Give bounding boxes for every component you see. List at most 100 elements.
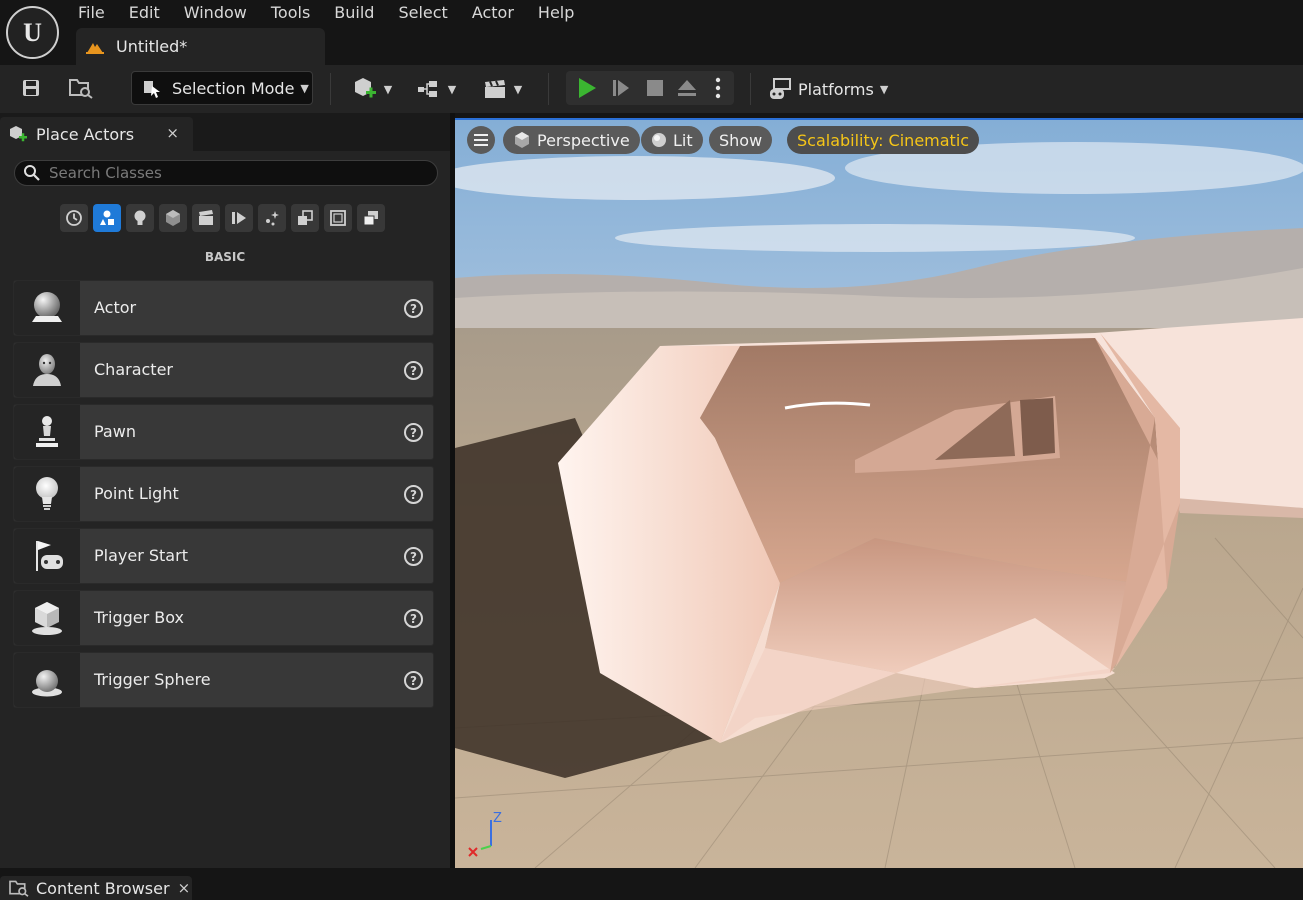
perspective-button[interactable]: Perspective xyxy=(503,126,640,154)
point-light-label: Point Light xyxy=(94,484,179,503)
effects-icon[interactable] xyxy=(258,204,286,232)
geometry-icon[interactable] xyxy=(324,204,352,232)
menu-bar: File Edit Window Tools Build Select Acto… xyxy=(66,0,586,26)
help-icon[interactable]: ? xyxy=(404,299,423,318)
cube-icon[interactable] xyxy=(159,204,187,232)
cinematic-icon[interactable] xyxy=(192,204,220,232)
place-actors-tab-title: Place Actors xyxy=(36,124,135,144)
show-button[interactable]: Show xyxy=(709,126,773,154)
close-icon[interactable]: × xyxy=(178,879,191,897)
document-tab-title: Untitled* xyxy=(116,37,188,56)
help-icon[interactable]: ? xyxy=(404,423,423,442)
trigger-sphere-icon xyxy=(14,653,80,707)
play-button[interactable] xyxy=(574,75,600,101)
help-icon[interactable]: ? xyxy=(404,547,423,566)
menu-help[interactable]: Help xyxy=(526,0,586,26)
selection-mode-dropdown[interactable]: Selection Mode ▼ xyxy=(131,71,313,105)
unreal-logo-icon[interactable]: U xyxy=(6,6,59,59)
trigger-box-icon xyxy=(14,591,80,645)
search-box[interactable] xyxy=(14,160,438,186)
content-browser-tab[interactable]: Content Browser × xyxy=(0,876,192,900)
hamburger-icon xyxy=(474,134,488,146)
search-classes-input[interactable] xyxy=(47,163,427,183)
help-icon[interactable]: ? xyxy=(404,485,423,504)
viewport-focus-line xyxy=(455,118,1303,120)
chevron-down-icon: ▼ xyxy=(447,82,457,96)
character-item[interactable]: Character ? xyxy=(13,342,434,398)
folder-search-icon xyxy=(69,79,93,99)
blueprints-button[interactable]: ▼ xyxy=(413,74,459,104)
place-actors-body: BASIC Actor ? Character ? Pawn xyxy=(0,151,450,868)
place-actors-tab[interactable]: Place Actors × xyxy=(0,117,193,151)
chevron-down-icon: ▼ xyxy=(879,82,889,96)
trigger-box-label: Trigger Box xyxy=(94,608,185,627)
help-icon[interactable]: ? xyxy=(404,671,423,690)
cinematics-button[interactable]: ▼ xyxy=(479,74,525,104)
actor-sphere-icon xyxy=(14,281,80,335)
player-start-label: Player Start xyxy=(94,546,188,565)
actor-item[interactable]: Actor ? xyxy=(13,280,434,336)
level-icon xyxy=(86,42,104,54)
visual-effects-icon[interactable] xyxy=(225,204,253,232)
point-light-icon xyxy=(14,467,80,521)
platforms-label: Platforms xyxy=(798,79,874,99)
character-icon xyxy=(14,343,80,397)
eject-button[interactable] xyxy=(674,75,700,101)
menu-file[interactable]: File xyxy=(66,0,117,26)
title-bar: U File Edit Window Tools Build Select Ac… xyxy=(0,0,1303,65)
menu-edit[interactable]: Edit xyxy=(117,0,172,26)
place-actors-icon xyxy=(10,126,27,142)
category-label: BASIC xyxy=(204,250,246,264)
play-controls xyxy=(566,71,734,105)
lit-sphere-icon xyxy=(652,133,666,147)
level-viewport[interactable]: Perspective Lit Show Scalability: Cinema… xyxy=(455,118,1303,868)
menu-select[interactable]: Select xyxy=(386,0,459,26)
pawn-item[interactable]: Pawn ? xyxy=(13,404,434,460)
menu-actor[interactable]: Actor xyxy=(460,0,526,26)
stop-button[interactable] xyxy=(642,75,668,101)
menu-tools[interactable]: Tools xyxy=(259,0,322,26)
lights-icon[interactable] xyxy=(126,204,154,232)
close-icon[interactable]: × xyxy=(166,124,179,142)
axis-gizmo-icon: Z xyxy=(468,811,502,857)
stop-icon xyxy=(647,80,663,96)
lit-button[interactable]: Lit xyxy=(641,126,703,154)
viewport-scene xyxy=(455,118,1303,868)
chevron-down-icon: ▼ xyxy=(300,81,309,95)
recent-icon[interactable] xyxy=(60,204,88,232)
document-tab[interactable]: Untitled* xyxy=(76,28,325,65)
content-browser-button[interactable] xyxy=(66,75,96,101)
toolbar-separator xyxy=(330,73,331,105)
toolbar-separator xyxy=(750,73,751,105)
actor-list: Actor ? Character ? Pawn ? Point Light ?… xyxy=(13,280,434,714)
viewport-menu-button[interactable] xyxy=(467,126,495,154)
all-classes-icon[interactable] xyxy=(357,204,385,232)
basic-shapes-icon[interactable] xyxy=(93,204,121,232)
actor-label: Actor xyxy=(94,298,137,317)
trigger-box-item[interactable]: Trigger Box ? xyxy=(13,590,434,646)
help-icon[interactable]: ? xyxy=(404,361,423,380)
menu-window[interactable]: Window xyxy=(172,0,259,26)
menu-build[interactable]: Build xyxy=(322,0,386,26)
chevron-down-icon: ▼ xyxy=(383,82,393,96)
point-light-item[interactable]: Point Light ? xyxy=(13,466,434,522)
advance-frame-button[interactable] xyxy=(608,75,634,101)
chevron-down-icon: ▼ xyxy=(513,82,523,96)
help-icon[interactable]: ? xyxy=(404,609,423,628)
character-label: Character xyxy=(94,360,173,379)
play-options-button[interactable] xyxy=(706,75,730,101)
volumes-icon[interactable] xyxy=(291,204,319,232)
perspective-label: Perspective xyxy=(537,130,630,150)
add-actor-button[interactable]: ▼ xyxy=(349,74,395,104)
cursor-icon xyxy=(144,81,160,98)
save-button[interactable] xyxy=(18,75,44,101)
toolbar-separator xyxy=(548,73,549,105)
trigger-sphere-item[interactable]: Trigger Sphere ? xyxy=(13,652,434,708)
content-browser-title: Content Browser xyxy=(36,878,170,898)
scalability-badge[interactable]: Scalability: Cinematic xyxy=(787,126,980,154)
platforms-dropdown[interactable]: Platforms ▼ xyxy=(768,73,888,105)
lit-label: Lit xyxy=(673,130,693,150)
player-start-item[interactable]: Player Start ? xyxy=(13,528,434,584)
folder-search-icon xyxy=(9,880,29,897)
scalability-label: Scalability: Cinematic xyxy=(797,130,970,150)
